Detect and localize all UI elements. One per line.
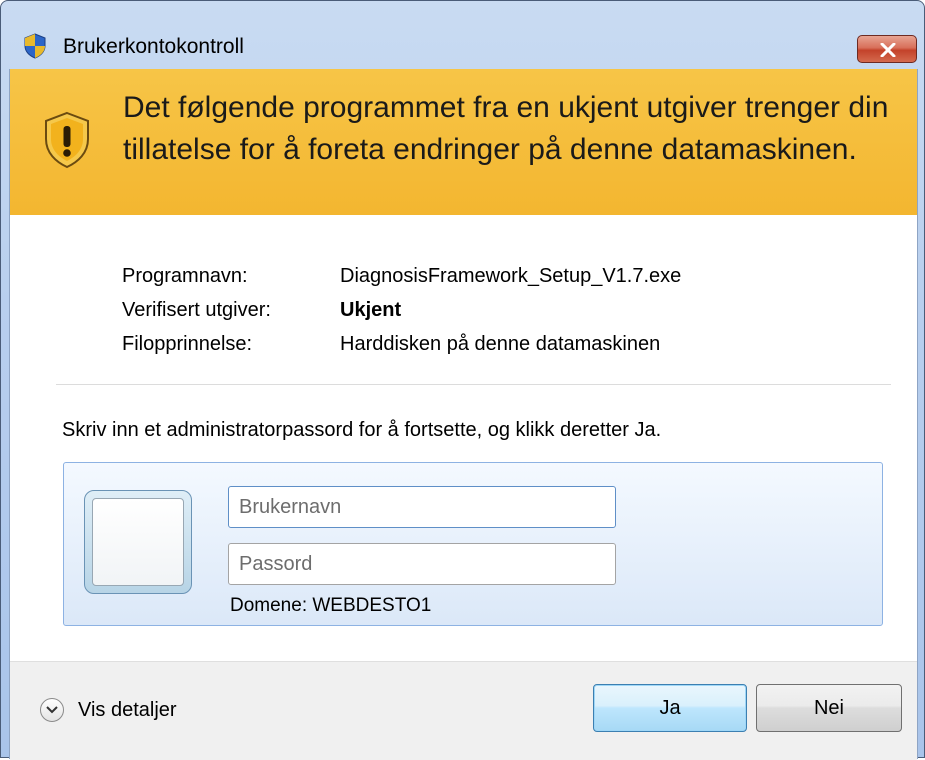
credential-tile: Domene: WEBDESTO1 bbox=[63, 462, 883, 626]
program-name-value: DiagnosisFramework_Setup_V1.7.exe bbox=[340, 265, 682, 287]
uac-shield-icon bbox=[24, 33, 46, 59]
info-label: Verifisert utgiver: bbox=[122, 299, 271, 321]
dialog-content: Det følgende programmet fra en ukjent ut… bbox=[9, 69, 918, 760]
warning-message: Det følgende programmet fra en ukjent ut… bbox=[123, 91, 889, 166]
password-prompt: Skriv inn et administratorpassord for å … bbox=[62, 419, 662, 441]
info-row-file-origin: Filopprinnelse: Harddisken på denne data… bbox=[122, 327, 681, 361]
warning-shield-icon bbox=[45, 111, 89, 169]
divider bbox=[56, 384, 891, 385]
info-label: Filopprinnelse: bbox=[122, 333, 253, 355]
publisher-value: Ukjent bbox=[340, 299, 402, 321]
domain-label: Domene: WEBDESTO1 bbox=[230, 595, 432, 616]
user-picture-frame bbox=[92, 498, 184, 586]
user-avatar bbox=[84, 490, 192, 594]
info-row-publisher: Verifisert utgiver: Ukjent bbox=[122, 293, 681, 327]
username-input[interactable] bbox=[228, 486, 616, 528]
show-details-toggle[interactable]: Vis detaljer bbox=[40, 698, 177, 722]
show-details-label[interactable]: Vis detaljer bbox=[78, 699, 177, 722]
uac-dialog-window: Brukerkontokontroll Det følgende program… bbox=[0, 0, 925, 760]
password-input[interactable] bbox=[228, 543, 616, 585]
warning-banner: Det følgende programmet fra en ukjent ut… bbox=[10, 69, 917, 215]
close-button[interactable] bbox=[857, 35, 917, 63]
file-origin-value: Harddisken på denne datamaskinen bbox=[340, 333, 661, 355]
yes-button[interactable]: Ja bbox=[593, 684, 747, 732]
chevron-down-icon[interactable] bbox=[40, 698, 64, 722]
info-row-program-name: Programnavn: DiagnosisFramework_Setup_V1… bbox=[122, 259, 681, 293]
no-button[interactable]: Nei bbox=[756, 684, 902, 732]
info-label: Programnavn: bbox=[122, 265, 248, 287]
program-info: Programnavn: DiagnosisFramework_Setup_V1… bbox=[122, 259, 681, 361]
dialog-footer: Vis detaljer Ja Nei bbox=[10, 661, 917, 760]
close-icon bbox=[880, 43, 896, 57]
window-title: Brukerkontokontroll bbox=[63, 35, 244, 58]
title-bar[interactable]: Brukerkontokontroll bbox=[1, 1, 924, 63]
